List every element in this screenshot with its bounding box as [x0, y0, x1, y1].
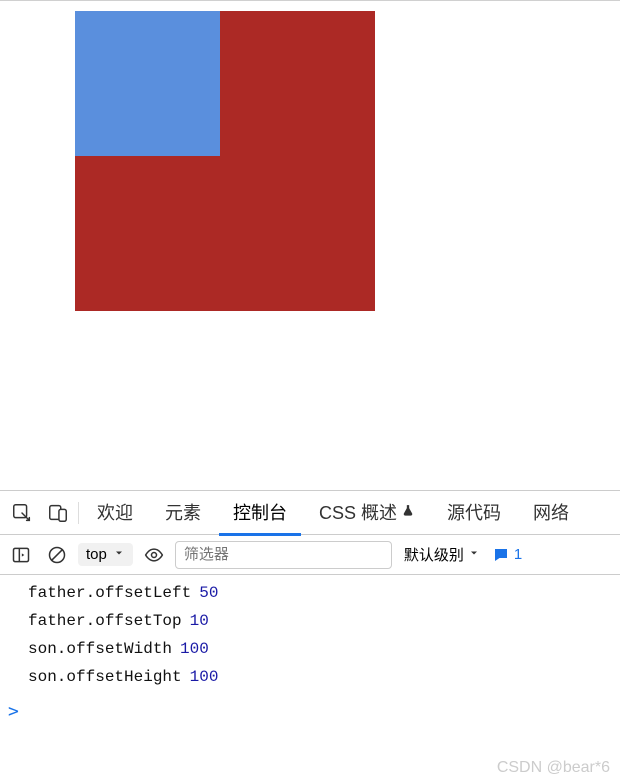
divider	[78, 502, 79, 524]
son-box	[75, 11, 220, 156]
rendered-page	[0, 0, 620, 490]
chevron-down-icon	[113, 546, 125, 563]
father-box	[75, 11, 375, 311]
chevron-down-icon	[468, 546, 480, 563]
tab-welcome[interactable]: 欢迎	[83, 492, 147, 536]
tab-elements[interactable]: 元素	[151, 492, 215, 536]
log-line: son.offsetWidth 100	[0, 635, 620, 663]
console-prompt[interactable]: >	[0, 695, 620, 728]
live-expression-icon[interactable]	[139, 540, 169, 570]
log-line: son.offsetHeight 100	[0, 663, 620, 691]
log-key: father.offsetLeft	[28, 584, 191, 602]
log-key: son.offsetHeight	[28, 668, 182, 686]
filter-input[interactable]	[175, 541, 392, 569]
log-level-selector[interactable]: 默认级别	[398, 544, 486, 565]
tab-console[interactable]: 控制台	[219, 492, 301, 536]
devtools-tabbar: 欢迎 元素 控制台 CSS 概述 源代码 网络	[0, 491, 620, 535]
issues-count: 1	[514, 546, 522, 563]
log-value: 10	[190, 612, 209, 630]
console-toolbar: top 默认级别 1	[0, 535, 620, 575]
toggle-sidebar-icon[interactable]	[6, 540, 36, 570]
frame-selector-label: top	[86, 546, 107, 563]
tab-network[interactable]: 网络	[519, 492, 583, 536]
log-value: 50	[199, 584, 218, 602]
tab-css-overview-label: CSS 概述	[319, 499, 397, 525]
inspect-icon[interactable]	[6, 497, 38, 529]
prompt-chevron-icon: >	[8, 701, 19, 722]
flask-icon	[401, 502, 415, 523]
console-output: father.offsetLeft 50 father.offsetTop 10…	[0, 575, 620, 695]
clear-console-icon[interactable]	[42, 540, 72, 570]
tab-sources[interactable]: 源代码	[433, 492, 515, 536]
log-key: son.offsetWidth	[28, 640, 172, 658]
issues-button[interactable]: 1	[492, 546, 522, 564]
log-value: 100	[180, 640, 209, 658]
devtools-panel: 欢迎 元素 控制台 CSS 概述 源代码 网络 top 默认级别	[0, 490, 620, 779]
tab-css-overview[interactable]: CSS 概述	[305, 492, 429, 536]
log-key: father.offsetTop	[28, 612, 182, 630]
log-line: father.offsetLeft 50	[0, 579, 620, 607]
log-level-label: 默认级别	[404, 544, 464, 565]
frame-selector[interactable]: top	[78, 543, 133, 566]
chat-icon	[492, 546, 510, 564]
log-line: father.offsetTop 10	[0, 607, 620, 635]
device-toggle-icon[interactable]	[42, 497, 74, 529]
log-value: 100	[190, 668, 219, 686]
